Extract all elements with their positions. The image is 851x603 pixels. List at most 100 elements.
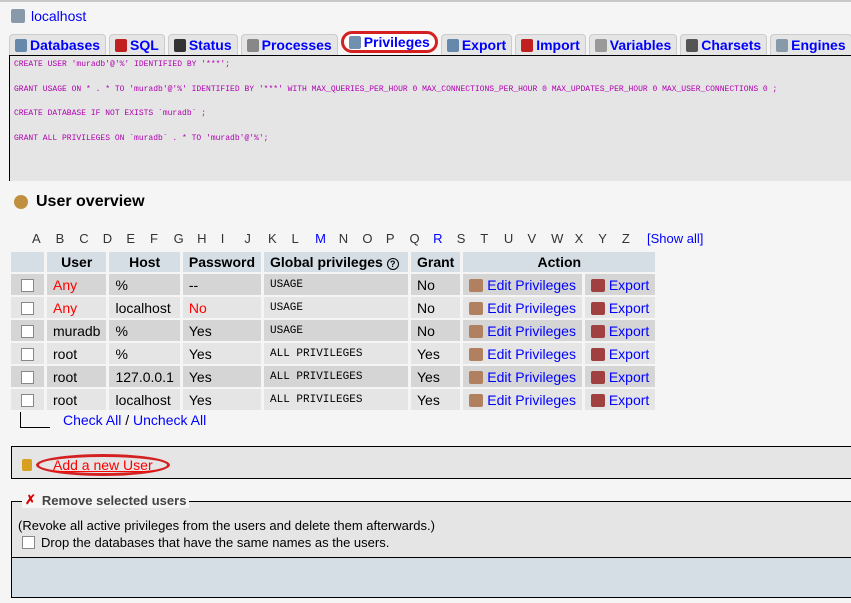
uncheck-all-link[interactable]: Uncheck All [133,412,206,428]
edit-privileges-link[interactable]: Edit Privileges [487,277,576,293]
row-select[interactable] [11,297,44,318]
letter-r[interactable]: R [433,231,457,246]
export-button[interactable]: Export [584,366,656,387]
edit-icon [469,325,484,339]
cell-password: No [182,297,261,318]
header-global-privileges: Global privileges ? [264,252,408,272]
sql-line: GRANT USAGE ON * . * TO 'muradb'@'%' IDE… [14,84,778,94]
letter-m[interactable]: M [315,231,339,246]
edit-privileges-link[interactable]: Edit Privileges [487,369,576,385]
tab-privileges[interactable]: Privileges [340,31,438,53]
letter-j: J [244,231,251,246]
tab-charsets[interactable]: Charsets [680,34,768,55]
page-title-text: User overview [36,193,145,210]
tab-label: Engines [791,37,846,53]
letter-v: V [527,231,537,246]
cell-host: % [109,320,180,341]
export-icon [590,348,605,362]
row-checkbox[interactable] [21,394,34,408]
row-checkbox[interactable] [21,279,34,293]
tab-variables[interactable]: Variables [588,34,678,55]
export-button[interactable]: Export [584,297,656,318]
edit-privileges-button[interactable]: Edit Privileges [463,389,582,410]
tab-export[interactable]: Export [440,34,513,55]
server-link[interactable]: localhost [31,8,86,24]
tab-status[interactable]: Status [167,34,238,55]
export-button[interactable]: Export [584,343,656,364]
export-link[interactable]: Export [609,323,649,339]
letter-w: W [551,231,564,246]
edit-privileges-button[interactable]: Edit Privileges [463,320,582,341]
export-link[interactable]: Export [609,300,649,316]
drop-databases-checkbox[interactable] [22,536,35,549]
export-link[interactable]: Export [609,369,649,385]
letter-n: N [338,231,349,246]
export-link[interactable]: Export [609,392,649,408]
edit-privileges-button[interactable]: Edit Privileges [463,366,582,387]
edit-privileges-button[interactable]: Edit Privileges [463,343,582,364]
add-user-link[interactable]: Add a new User [36,454,170,476]
cell-host: % [109,274,180,295]
cell-user: Any [47,274,107,295]
import-icon [521,38,534,52]
table-row: root localhost Yes ALL PRIVILEGES Yes Ed… [11,389,656,410]
export-button[interactable]: Export [584,320,656,341]
row-select[interactable] [11,343,44,364]
tab-label: Databases [30,37,101,53]
export-link[interactable]: Export [609,346,649,362]
separator: / [125,412,130,428]
tab-databases[interactable]: Databases [9,34,107,55]
check-all-link[interactable]: Check All [63,412,121,428]
cell-grant: Yes [411,366,461,387]
tab-import[interactable]: Import [515,34,586,55]
tab-processes[interactable]: Processes [240,34,338,55]
cell-grant: No [411,320,461,341]
show-all-link[interactable]: [Show all] [647,231,703,246]
legend-text: Remove selected users [41,492,187,508]
cell-privileges: USAGE [264,274,408,295]
database-icon [15,38,27,52]
export-icon [446,38,459,52]
edit-privileges-link[interactable]: Edit Privileges [487,323,576,339]
tab-label: Import [536,37,580,53]
row-select[interactable] [11,366,44,387]
check-all-controls: Check All / Uncheck All [63,412,206,428]
drop-databases-option[interactable]: Drop the databases that have the same na… [22,535,389,550]
tab-engines[interactable]: Engines [770,34,851,55]
header-select [11,252,44,272]
export-link[interactable]: Export [609,277,649,293]
row-select[interactable] [11,274,44,295]
traffic-light-icon [173,38,186,52]
letter-a: A [32,231,41,246]
cell-host: 127.0.0.1 [109,366,180,387]
edit-privileges-link[interactable]: Edit Privileges [487,346,576,362]
export-icon [590,279,605,293]
edit-privileges-button[interactable]: Edit Privileges [463,274,582,295]
tab-label: Status [188,37,232,53]
row-checkbox[interactable] [21,325,34,339]
cell-privileges: ALL PRIVILEGES [264,366,408,387]
users-icon [14,195,28,209]
cell-grant: No [411,274,461,295]
row-checkbox[interactable] [21,371,34,385]
tab-sql[interactable]: SQL [109,34,165,55]
letter-g: G [173,231,184,246]
server-breadcrumb[interactable]: localhost [11,8,86,24]
export-button[interactable]: Export [584,389,656,410]
row-checkbox[interactable] [21,348,34,362]
edit-privileges-link[interactable]: Edit Privileges [487,392,576,408]
row-checkbox[interactable] [21,302,34,316]
export-button[interactable]: Export [584,274,656,295]
row-select[interactable] [11,389,44,410]
charsets-icon [686,38,699,52]
header-host: Host [109,252,180,272]
edit-icon [469,348,484,362]
row-select[interactable] [11,320,44,341]
edit-privileges-link[interactable]: Edit Privileges [487,300,576,316]
edit-icon [469,279,484,293]
sql-line: CREATE USER 'muradb'@'%' IDENTIFIED BY '… [14,60,231,69]
help-icon[interactable]: ? [386,258,399,270]
edit-privileges-button[interactable]: Edit Privileges [463,297,582,318]
fieldset-footer [11,557,851,598]
cell-grant: No [411,297,461,318]
